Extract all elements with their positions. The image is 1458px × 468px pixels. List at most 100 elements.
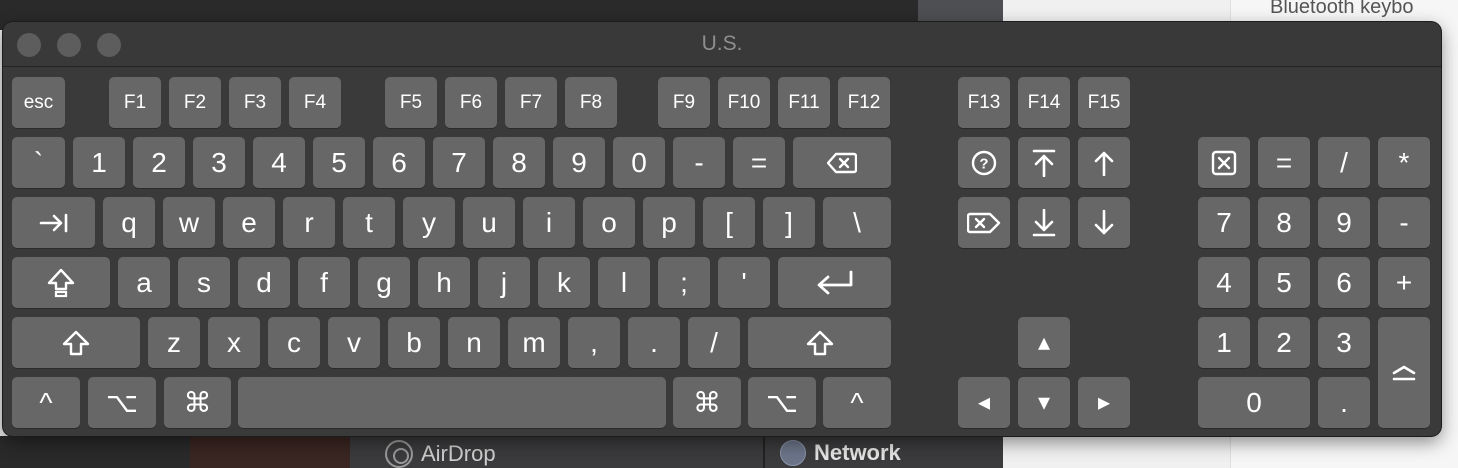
key-s[interactable]: s [178,257,230,308]
key-c[interactable]: c [268,317,320,368]
key-right-option[interactable]: ⌥ [748,377,816,428]
key-keypad-4[interactable]: 4 [1198,257,1250,308]
key-keypad-multiply[interactable]: * [1378,137,1430,188]
key-t[interactable]: t [343,197,395,248]
key-left-shift[interactable] [12,317,140,368]
key-b[interactable]: b [388,317,440,368]
key-i[interactable]: i [523,197,575,248]
key-page-down[interactable] [1078,197,1130,248]
key-h[interactable]: h [418,257,470,308]
key-keypad-equals[interactable]: = [1258,137,1310,188]
key-keypad-5[interactable]: 5 [1258,257,1310,308]
key-backslash[interactable]: \ [823,197,891,248]
key-equals[interactable]: = [733,137,785,188]
key-clear[interactable] [1198,137,1250,188]
key-arrow-down[interactable]: ▾ [1018,377,1070,428]
key-6[interactable]: 6 [373,137,425,188]
key-tab[interactable] [12,197,95,248]
key-7[interactable]: 7 [433,137,485,188]
key-r[interactable]: r [283,197,335,248]
key-keypad-minus[interactable]: - [1378,197,1430,248]
key-keypad-enter[interactable] [1378,317,1430,428]
key-right-control[interactable]: ^ [823,377,891,428]
key-f[interactable]: f [298,257,350,308]
key-keypad-6[interactable]: 6 [1318,257,1370,308]
key-right-bracket[interactable]: ] [763,197,815,248]
key-keypad-7[interactable]: 7 [1198,197,1250,248]
key-l[interactable]: l [598,257,650,308]
key-9[interactable]: 9 [553,137,605,188]
key-f9[interactable]: F9 [658,77,710,128]
key-page-up[interactable] [1078,137,1130,188]
key-comma[interactable]: , [568,317,620,368]
key-f8[interactable]: F8 [565,77,617,128]
key-right-command[interactable]: ⌘ [673,377,741,428]
key-4[interactable]: 4 [253,137,305,188]
key-help[interactable]: ? [958,137,1010,188]
key-arrow-left[interactable]: ◂ [958,377,1010,428]
key-f4[interactable]: F4 [289,77,341,128]
key-y[interactable]: y [403,197,455,248]
key-j[interactable]: j [478,257,530,308]
key-arrow-right[interactable]: ▸ [1078,377,1130,428]
title-bar[interactable]: U.S. [3,22,1441,67]
key-left-option[interactable]: ⌥ [88,377,156,428]
key-5[interactable]: 5 [313,137,365,188]
key-home[interactable] [1018,137,1070,188]
key-keypad-divide[interactable]: / [1318,137,1370,188]
key-x[interactable]: x [208,317,260,368]
key-g[interactable]: g [358,257,410,308]
key-m[interactable]: m [508,317,560,368]
key-o[interactable]: o [583,197,635,248]
key-f12[interactable]: F12 [838,77,890,128]
key-k[interactable]: k [538,257,590,308]
key-keypad-2[interactable]: 2 [1258,317,1310,368]
key-keypad-0[interactable]: 0 [1198,377,1310,428]
key-f13[interactable]: F13 [958,77,1010,128]
sidebar-item-airdrop[interactable]: AirDrop [385,440,496,468]
key-f11[interactable]: F11 [778,77,830,128]
key-f1[interactable]: F1 [109,77,161,128]
key-1[interactable]: 1 [73,137,125,188]
key-2[interactable]: 2 [133,137,185,188]
key-minus[interactable]: - [673,137,725,188]
key-left-control[interactable]: ^ [12,377,80,428]
key-f14[interactable]: F14 [1018,77,1070,128]
key-u[interactable]: u [463,197,515,248]
key-f15[interactable]: F15 [1078,77,1130,128]
key-caps-lock[interactable] [12,257,110,308]
key-f3[interactable]: F3 [229,77,281,128]
key-keypad-1[interactable]: 1 [1198,317,1250,368]
key-3[interactable]: 3 [193,137,245,188]
key-end[interactable] [1018,197,1070,248]
key-p[interactable]: p [643,197,695,248]
key-backtick[interactable]: ` [12,137,65,188]
key-right-shift[interactable] [748,317,891,368]
key-w[interactable]: w [163,197,215,248]
key-f7[interactable]: F7 [505,77,557,128]
key-delete[interactable] [793,137,891,188]
key-left-bracket[interactable]: [ [703,197,755,248]
key-a[interactable]: a [118,257,170,308]
key-n[interactable]: n [448,317,500,368]
key-0[interactable]: 0 [613,137,665,188]
key-d[interactable]: d [238,257,290,308]
key-f5[interactable]: F5 [385,77,437,128]
key-v[interactable]: v [328,317,380,368]
key-z[interactable]: z [148,317,200,368]
key-keypad-3[interactable]: 3 [1318,317,1370,368]
key-keypad-8[interactable]: 8 [1258,197,1310,248]
key-q[interactable]: q [103,197,155,248]
key-space[interactable] [238,377,666,428]
key-8[interactable]: 8 [493,137,545,188]
key-f6[interactable]: F6 [445,77,497,128]
key-left-command[interactable]: ⌘ [164,377,231,428]
key-esc[interactable]: esc [12,77,65,128]
key-return[interactable] [778,257,891,308]
key-keypad-plus[interactable]: + [1378,257,1430,308]
key-e[interactable]: e [223,197,275,248]
key-quote[interactable]: ' [718,257,770,308]
key-period[interactable]: . [628,317,680,368]
key-keypad-decimal[interactable]: . [1318,377,1370,428]
key-f2[interactable]: F2 [169,77,221,128]
